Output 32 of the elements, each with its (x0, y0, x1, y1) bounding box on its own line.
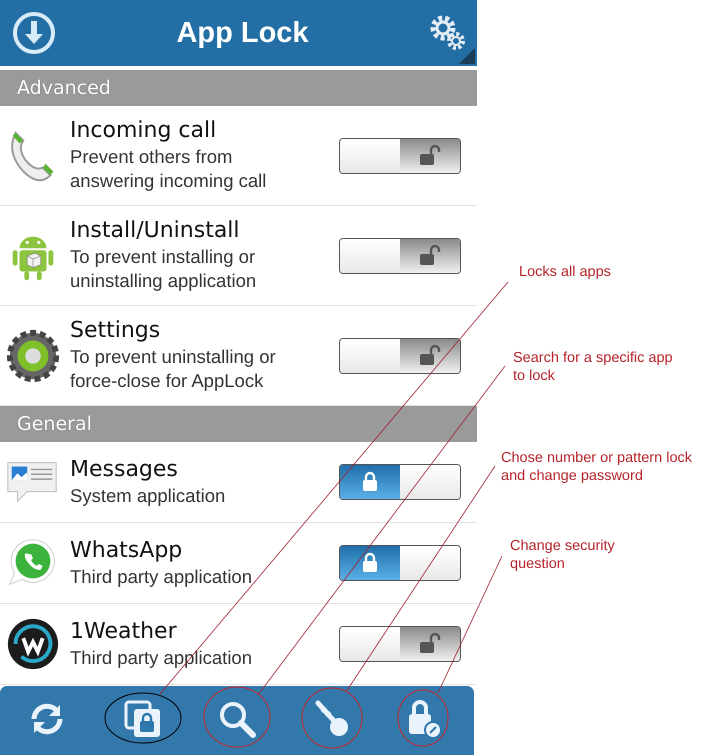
app-description: System application (70, 484, 226, 508)
settings-icon[interactable] (429, 14, 467, 52)
search-icon[interactable] (217, 699, 257, 739)
lock-toggle[interactable] (339, 545, 461, 581)
annotation-label: Search for a specific app to lock (513, 349, 674, 385)
lock-toggle[interactable] (339, 238, 461, 274)
app-name: Settings (70, 318, 162, 343)
annotation-label: Locks all apps (519, 263, 612, 281)
app-description: To prevent installing or uninstalling application (70, 245, 258, 293)
download-icon[interactable] (12, 11, 56, 55)
app-title: App Lock (176, 16, 309, 50)
unlocked-icon (419, 344, 441, 366)
lock-toggle[interactable] (339, 138, 461, 174)
app-name: Messages (70, 456, 179, 482)
app-name: Incoming call (70, 118, 218, 143)
app-description: Third party application (70, 564, 254, 588)
lock-toggle[interactable] (339, 626, 461, 662)
stacked-lock-icon[interactable] (123, 699, 163, 739)
lock-toggle[interactable] (339, 464, 461, 500)
unlocked-icon (419, 144, 441, 166)
app-name: WhatsApp (70, 538, 184, 562)
app-name: 1Weather (70, 618, 178, 644)
app-description: Prevent others from answering incoming call (70, 145, 268, 193)
annotation-label: Change security question (510, 537, 616, 573)
lock-toggle[interactable] (339, 338, 461, 374)
unlocked-icon (419, 633, 441, 655)
section-header: General (0, 406, 477, 442)
section-header: Advanced (0, 70, 477, 106)
annotation-label: Chose number or pattern lock and change password (501, 449, 694, 485)
app-description: To prevent uninstalling or force-close for AppLock (70, 345, 277, 393)
unlocked-icon (419, 244, 441, 266)
app-name: Install/Uninstall (70, 218, 241, 243)
